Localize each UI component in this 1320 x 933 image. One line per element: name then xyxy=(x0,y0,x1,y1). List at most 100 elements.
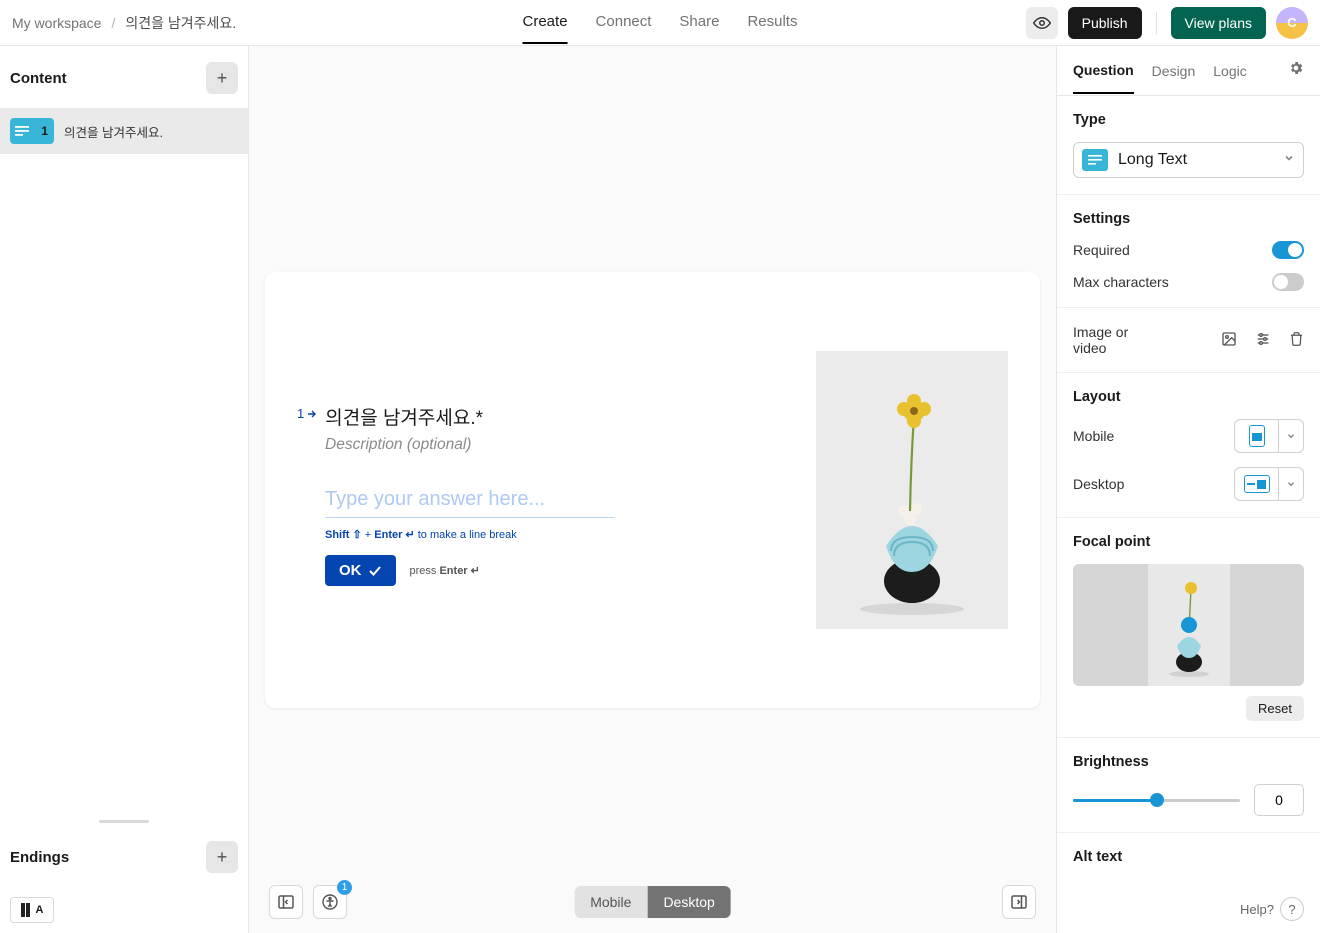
alttext-section: Alt text xyxy=(1057,833,1320,895)
ending-letter: A xyxy=(36,904,44,916)
replace-image-button[interactable] xyxy=(1221,331,1237,350)
required-label: Required xyxy=(1073,242,1130,258)
device-mobile[interactable]: Mobile xyxy=(574,886,647,918)
tab-question[interactable]: Question xyxy=(1073,62,1134,94)
settings-gear-button[interactable] xyxy=(1288,60,1304,95)
ok-button[interactable]: OK xyxy=(325,555,396,586)
image-settings-button[interactable] xyxy=(1255,331,1271,350)
tab-create[interactable]: Create xyxy=(523,1,568,44)
layout-mobile-select[interactable] xyxy=(1234,419,1304,453)
long-text-icon: 1 xyxy=(10,118,54,144)
sliders-icon xyxy=(1255,331,1271,347)
maxchars-toggle[interactable] xyxy=(1272,273,1304,291)
tab-results[interactable]: Results xyxy=(747,1,797,44)
plus-icon: + xyxy=(217,847,228,868)
breadcrumb: My workspace / 의견을 남겨주세요. xyxy=(12,13,236,33)
chevron-down-icon xyxy=(1279,431,1303,441)
tab-design[interactable]: Design xyxy=(1152,63,1196,93)
check-icon xyxy=(368,564,382,578)
long-text-type-icon xyxy=(1082,149,1108,171)
endings-header: Endings xyxy=(10,849,69,866)
add-content-button[interactable]: + xyxy=(206,62,238,94)
image-icon xyxy=(1221,331,1237,347)
trash-icon xyxy=(1289,331,1304,347)
plus-icon: + xyxy=(217,68,228,89)
tab-share[interactable]: Share xyxy=(679,1,719,44)
content-header-row: Content + xyxy=(0,46,248,108)
breadcrumb-sep: / xyxy=(111,15,115,31)
device-toggle: Mobile Desktop xyxy=(574,886,731,918)
eye-icon xyxy=(1033,14,1051,32)
layout-section: Layout Mobile Desktop xyxy=(1057,373,1320,518)
layout-desktop-select[interactable] xyxy=(1234,467,1304,501)
view-plans-button[interactable]: View plans xyxy=(1171,7,1266,39)
workspace-link[interactable]: My workspace xyxy=(12,15,101,31)
accessibility-button[interactable]: 1 xyxy=(313,885,347,919)
preview-button[interactable] xyxy=(1026,7,1058,39)
focal-section: Focal point Reset xyxy=(1057,518,1320,738)
question-item-1[interactable]: 1 의견을 남겨주세요. xyxy=(0,108,248,154)
type-value: Long Text xyxy=(1118,151,1187,169)
canvas-bottombar: 1 Mobile Desktop xyxy=(249,885,1056,919)
image-section: Image or video xyxy=(1057,308,1320,373)
tab-logic[interactable]: Logic xyxy=(1213,63,1246,93)
question-number-indicator: 1 xyxy=(297,403,317,421)
press-enter-hint: press Enter ↵ xyxy=(410,564,480,577)
panel-left-icon xyxy=(278,894,294,910)
layout-desktop-label: Desktop xyxy=(1073,476,1124,492)
collapse-right-button[interactable] xyxy=(1002,885,1036,919)
divider xyxy=(1156,12,1157,34)
required-toggle[interactable] xyxy=(1272,241,1304,259)
accessibility-icon xyxy=(322,894,338,910)
question-title[interactable]: 의견을 남겨주세요.* xyxy=(325,403,483,430)
reset-focal-button[interactable]: Reset xyxy=(1246,696,1304,721)
arrow-right-icon xyxy=(307,409,317,419)
brightness-input[interactable] xyxy=(1254,784,1304,816)
tab-connect[interactable]: Connect xyxy=(596,1,652,44)
device-desktop[interactable]: Desktop xyxy=(647,886,730,918)
flower-image-placeholder xyxy=(816,351,1008,629)
answer-input[interactable] xyxy=(325,482,615,518)
focal-point-handle[interactable] xyxy=(1181,617,1197,633)
settings-header: Settings xyxy=(1073,211,1304,227)
type-section: Type Long Text xyxy=(1057,96,1320,195)
right-panel: Question Design Logic Type Long Text Set… xyxy=(1056,46,1320,933)
layout-header: Layout xyxy=(1073,389,1304,405)
type-select[interactable]: Long Text xyxy=(1073,142,1304,178)
brightness-header: Brightness xyxy=(1073,754,1304,770)
help-button[interactable]: Help? ? xyxy=(1240,897,1304,921)
alttext-header: Alt text xyxy=(1073,849,1304,865)
card-content: 1 의견을 남겨주세요.* Description (optional) Shi… xyxy=(297,393,786,586)
chevron-down-icon xyxy=(1279,479,1303,489)
focal-point-editor[interactable] xyxy=(1073,564,1304,686)
gear-icon xyxy=(1288,60,1304,76)
settings-section: Settings Required Max characters xyxy=(1057,195,1320,308)
top-right: Publish View plans C xyxy=(1026,7,1308,39)
layout-mobile-label: Mobile xyxy=(1073,428,1114,444)
ending-icon: A xyxy=(10,897,54,923)
question-description[interactable]: Description (optional) xyxy=(325,436,786,454)
form-name[interactable]: 의견을 남겨주세요. xyxy=(125,13,236,33)
add-ending-button[interactable]: + xyxy=(206,841,238,873)
avatar[interactable]: C xyxy=(1276,7,1308,39)
question-image[interactable] xyxy=(816,351,1008,629)
top-tabs: Create Connect Share Results xyxy=(523,1,798,44)
line-break-hint: Shift ⇧ + Enter ↵ to make a line break xyxy=(325,528,786,541)
question-number: 1 xyxy=(41,124,48,138)
accessibility-badge: 1 xyxy=(337,880,352,895)
publish-button[interactable]: Publish xyxy=(1068,7,1142,39)
canvas: 1 의견을 남겨주세요.* Description (optional) Shi… xyxy=(249,46,1056,933)
type-header: Type xyxy=(1073,112,1304,128)
delete-image-button[interactable] xyxy=(1289,331,1304,350)
right-tabs: Question Design Logic xyxy=(1057,46,1320,96)
brightness-slider[interactable] xyxy=(1073,799,1240,802)
panel-right-icon xyxy=(1011,894,1027,910)
left-sidebar: Content + 1 의견을 남겨주세요. Endings + A xyxy=(0,46,249,933)
maxchars-label: Max characters xyxy=(1073,274,1169,290)
collapse-left-button[interactable] xyxy=(269,885,303,919)
endings-header-row: Endings + xyxy=(0,825,248,887)
ending-item-a[interactable]: A xyxy=(0,887,248,933)
image-video-label: Image or video xyxy=(1073,324,1153,356)
question-card: 1 의견을 남겨주세요.* Description (optional) Shi… xyxy=(265,272,1040,708)
focal-header: Focal point xyxy=(1073,534,1304,550)
